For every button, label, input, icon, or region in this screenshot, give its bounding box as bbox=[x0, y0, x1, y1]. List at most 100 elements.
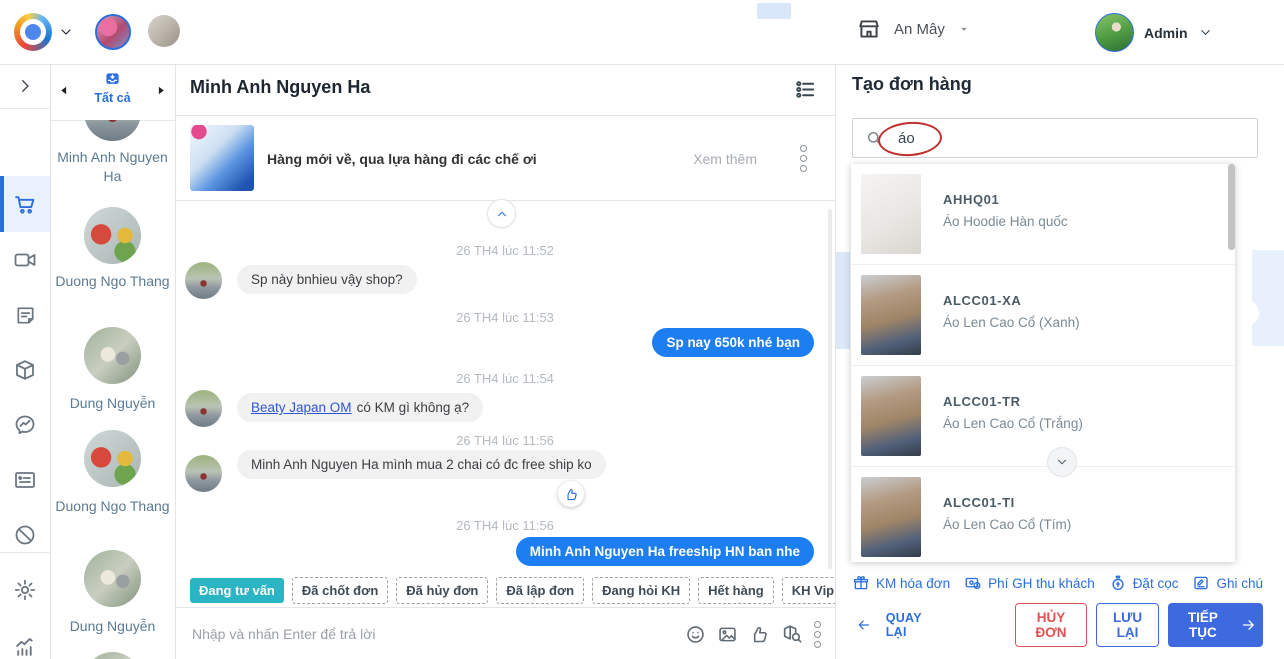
nav-rail bbox=[0, 64, 51, 659]
product-item[interactable]: AHHQ01 Áo Hoodie Hàn quốc bbox=[851, 164, 1235, 265]
message-timestamp: 26 TH4 lúc 11:54 bbox=[456, 371, 554, 386]
divider bbox=[0, 108, 50, 109]
sidebar-item-analytics[interactable] bbox=[0, 624, 50, 659]
tag-da-chot-don[interactable]: Đã chốt đơn bbox=[291, 576, 389, 604]
product-item[interactable]: ALCC01-TR Áo Len Cao Cổ (Trắng) bbox=[851, 366, 1235, 467]
cart-icon bbox=[14, 195, 34, 214]
product-image bbox=[861, 275, 921, 355]
chart-icon bbox=[15, 637, 33, 656]
message-timestamp: 26 TH4 lúc 11:56 bbox=[456, 518, 554, 533]
product-code: ALCC01-XA bbox=[943, 293, 1022, 308]
message-bubble: Beaty Japan OM có KM gì không ạ? bbox=[237, 393, 484, 422]
sidebar-item-customers[interactable] bbox=[0, 458, 50, 502]
search-icon bbox=[868, 131, 882, 145]
thumbs-up-icon[interactable] bbox=[749, 624, 770, 645]
shipping-fee-icon bbox=[965, 577, 981, 589]
thumbs-up-reaction-icon bbox=[558, 481, 584, 507]
sidebar-item-products[interactable] bbox=[0, 348, 50, 392]
avatar[interactable] bbox=[84, 652, 141, 659]
continue-button[interactable]: TIẾP TỤC bbox=[1168, 603, 1263, 647]
dropdown-scrollbar[interactable] bbox=[1228, 164, 1235, 250]
user-avatar bbox=[1095, 13, 1134, 52]
tag-da-huy-don[interactable]: Đã hủy đơn bbox=[396, 576, 489, 604]
option-label: Ghi chú bbox=[1216, 575, 1263, 591]
option-label: KM hóa đơn bbox=[876, 575, 951, 591]
product-name: Áo Len Cao Cổ (Xanh) bbox=[943, 315, 1080, 330]
collapse-post-button[interactable] bbox=[487, 199, 516, 228]
conversation-name: Duong Ngo Thang bbox=[55, 498, 170, 514]
product-item[interactable]: ALCC01-XA Áo Len Cao Cổ (Xanh) bbox=[851, 265, 1235, 366]
conversation-name: Dung Nguyễn bbox=[69, 618, 156, 634]
post-see-more-link[interactable]: Xem thêm bbox=[693, 151, 757, 167]
emoji-icon[interactable] bbox=[685, 624, 706, 645]
sidebar-item-livestream[interactable] bbox=[0, 238, 50, 282]
sidebar-item-blocklist[interactable] bbox=[0, 513, 50, 557]
cancel-order-button[interactable]: HỦY ĐƠN bbox=[1015, 603, 1087, 647]
tag-dang-tu-van[interactable]: Đang tư vấn bbox=[190, 577, 284, 603]
scroll-more-button[interactable] bbox=[1047, 447, 1077, 477]
tag-het-hang[interactable]: Hết hàng bbox=[698, 576, 774, 604]
chevron-right-icon bbox=[22, 80, 29, 92]
avatar bbox=[84, 430, 141, 487]
product-image bbox=[861, 477, 921, 557]
chat-header: Minh Anh Nguyen Ha bbox=[175, 64, 835, 116]
avatar bbox=[185, 262, 222, 299]
message-timestamp: 26 TH4 lúc 11:56 bbox=[456, 433, 554, 448]
message-bubble: Minh Anh Nguyen Ha mình mua 2 chai có đc… bbox=[237, 450, 606, 479]
store-name: An Mây bbox=[894, 20, 945, 38]
more-actions-icon[interactable] bbox=[814, 620, 821, 648]
app-window: An Mây Admin Tất cả Minh Anh Nguyen Ha D… bbox=[0, 0, 1284, 659]
product-search-icon[interactable] bbox=[781, 623, 803, 645]
chevron-down-icon bbox=[1057, 459, 1067, 465]
avatar bbox=[84, 550, 141, 607]
product-code: ALCC01-TI bbox=[943, 495, 1015, 510]
product-search-input[interactable] bbox=[896, 128, 1200, 148]
store-selector[interactable]: An Mây bbox=[856, 16, 971, 42]
gift-icon bbox=[853, 576, 869, 590]
note-page-icon bbox=[16, 306, 34, 324]
back-label: QUAY LẠI bbox=[885, 611, 922, 639]
conversation-details-icon[interactable] bbox=[794, 78, 817, 101]
sidebar-item-settings[interactable] bbox=[0, 568, 50, 612]
sidebar-item-orders[interactable] bbox=[0, 176, 50, 232]
messenger-icon bbox=[15, 415, 35, 435]
message-timestamp: 26 TH4 lúc 11:53 bbox=[456, 310, 554, 325]
back-button[interactable]: QUAY LẠI bbox=[856, 611, 933, 639]
background-highlight bbox=[836, 252, 850, 349]
sidebar-item-notes[interactable] bbox=[0, 293, 50, 337]
app-logo[interactable] bbox=[14, 13, 52, 51]
option-invoice-promo[interactable]: KM hóa đơn bbox=[852, 574, 950, 592]
page-avatar-inactive[interactable] bbox=[148, 15, 180, 47]
conversation-filter-bar: Tất cả bbox=[50, 64, 175, 121]
conversation-name: Minh Anh Nguyen Ha bbox=[57, 149, 168, 184]
option-deposit[interactable]: Đặt cọc bbox=[1109, 574, 1178, 592]
user-menu[interactable]: Admin bbox=[1095, 13, 1213, 52]
conversation-list: Minh Anh Nguyen Ha Duong Ngo Thang Dung … bbox=[50, 120, 175, 659]
chevron-down-icon[interactable] bbox=[58, 24, 74, 40]
continue-label: TIẾP TỤC bbox=[1187, 610, 1218, 640]
mention-link[interactable]: Beaty Japan OM bbox=[251, 400, 352, 415]
background-circle bbox=[1233, 300, 1259, 326]
gear-icon bbox=[14, 579, 36, 601]
tag-dang-hoi-kh[interactable]: Đang hỏi KH bbox=[592, 576, 691, 604]
image-attach-icon[interactable] bbox=[717, 624, 738, 645]
package-icon bbox=[16, 360, 34, 380]
option-note[interactable]: Ghi chú bbox=[1192, 574, 1263, 592]
user-name: Admin bbox=[1144, 24, 1188, 41]
sidebar-item-messenger[interactable] bbox=[0, 403, 50, 447]
expand-sidebar-button[interactable] bbox=[0, 64, 50, 108]
product-item[interactable]: ALCC01-TI Áo Len Cao Cổ (Tím) bbox=[851, 467, 1235, 562]
post-menu-icon[interactable] bbox=[800, 145, 807, 172]
option-shipping-fee[interactable]: Phí GH thu khách bbox=[964, 574, 1095, 592]
post-thumbnail[interactable] bbox=[190, 125, 254, 191]
top-bar: An Mây Admin bbox=[0, 0, 1284, 65]
tag-da-lap-don[interactable]: Đã lập đơn bbox=[496, 576, 585, 604]
reply-input[interactable] bbox=[190, 625, 685, 643]
next-filter-icon[interactable] bbox=[154, 84, 167, 97]
save-order-button[interactable]: LƯU LẠI bbox=[1095, 603, 1160, 647]
product-search-box bbox=[852, 118, 1258, 158]
divider bbox=[0, 552, 50, 553]
page-avatar-active[interactable] bbox=[95, 14, 131, 50]
chat-scrollbar[interactable] bbox=[828, 209, 832, 569]
avatar bbox=[185, 390, 222, 427]
